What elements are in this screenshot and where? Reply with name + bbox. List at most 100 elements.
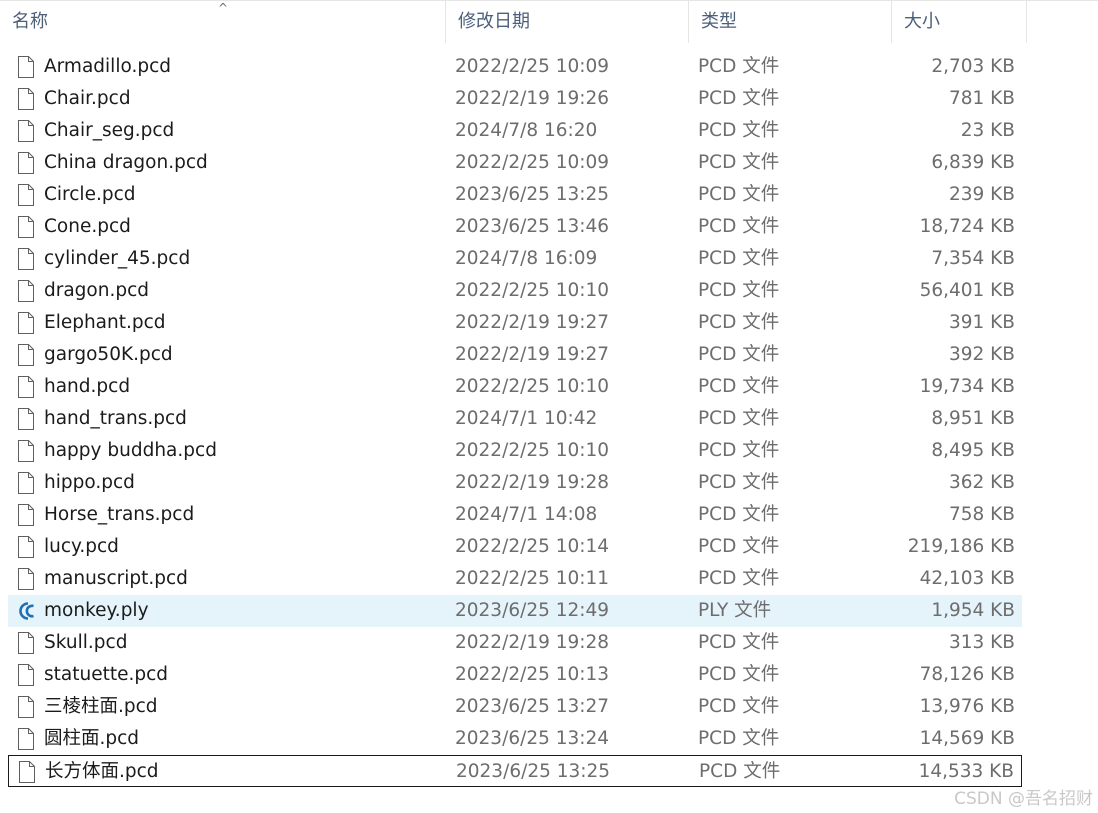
file-size: 56,401 KB [919,280,1015,301]
file-row[interactable]: statuette.pcd 2022/2/25 10:13 PCD 文件 78,126… [8,659,1022,691]
file-icon [17,696,35,718]
file-type: PCD 文件 [698,440,780,461]
file-name: China dragon.pcd [44,152,208,173]
file-row[interactable]: Chair.pcd 2022/2/19 19:26 PCD 文件 781 KB [8,83,1022,115]
file-size: 18,724 KB [919,216,1015,237]
file-type: PCD 文件 [698,376,780,397]
file-type: PCD 文件 [698,88,780,109]
file-icon [17,88,35,110]
column-header-name-label: 名称 [12,11,48,32]
file-row[interactable]: 长方体面.pcd 2023/6/25 13:25 PCD 文件 14,533 KB [8,755,1022,787]
file-icon [17,152,35,174]
file-name: dragon.pcd [44,280,150,301]
file-row[interactable]: Horse_trans.pcd 2024/7/1 14:08 PCD 文件 758 K… [8,499,1022,531]
file-modified-date: 2023/6/25 12:49 [455,600,610,621]
file-icon [17,664,35,686]
file-row[interactable]: 三棱柱面.pcd 2023/6/25 13:27 PCD 文件 13,976 KB [8,691,1022,723]
file-modified-date: 2022/2/19 19:27 [455,312,610,333]
column-header-type-label: 类型 [701,11,737,32]
file-row[interactable]: monkey.ply 2023/6/25 12:49 PLY 文件 1,954 KB [8,595,1022,627]
file-row[interactable]: 圆柱面.pcd 2023/6/25 13:24 PCD 文件 14,569 KB [8,723,1022,755]
file-type: PCD 文件 [698,152,780,173]
file-name: Armadillo.pcd [44,56,171,77]
file-row[interactable]: Skull.pcd 2022/2/19 19:28 PCD 文件 313 KB [8,627,1022,659]
file-row[interactable]: hippo.pcd 2022/2/19 19:28 PCD 文件 362 KB [8,467,1022,499]
file-modified-date: 2022/2/25 10:13 [455,664,610,685]
column-header-date-label: 修改日期 [458,11,530,32]
file-modified-date: 2022/2/25 10:09 [455,152,610,173]
file-row[interactable]: gargo50K.pcd 2022/2/19 19:27 PCD 文件 392 KB [8,339,1022,371]
file-icon [17,568,35,590]
file-icon [17,440,35,462]
file-row[interactable]: Armadillo.pcd 2022/2/25 10:09 PCD 文件 2,703 … [8,51,1022,83]
file-type: PCD 文件 [698,728,780,749]
file-size: 219,186 KB [907,536,1015,557]
file-name: Horse_trans.pcd [44,504,195,525]
file-name: Elephant.pcd [44,312,166,333]
file-icon [17,632,35,654]
column-header-type[interactable]: 类型 [689,1,892,43]
file-row[interactable]: hand.pcd 2022/2/25 10:10 PCD 文件 19,734 KB [8,371,1022,403]
file-size: 239 KB [948,184,1015,205]
column-header-name[interactable]: 名称 ^ [0,1,446,43]
file-row[interactable]: dragon.pcd 2022/2/25 10:10 PCD 文件 56,401 KB [8,275,1022,307]
column-header-size[interactable]: 大小 [892,1,1027,43]
file-name: 三棱柱面.pcd [44,696,158,717]
file-row[interactable]: hand_trans.pcd 2024/7/1 10:42 PCD 文件 8,951 … [8,403,1022,435]
file-name: hand.pcd [44,376,131,397]
file-icon [17,280,35,302]
file-type: PCD 文件 [698,472,780,493]
file-row[interactable]: lucy.pcd 2022/2/25 10:14 PCD 文件 219,186 KB [8,531,1022,563]
file-modified-date: 2022/2/19 19:28 [455,632,610,653]
file-name: gargo50K.pcd [44,344,173,365]
file-type: PCD 文件 [698,664,780,685]
file-row[interactable]: China dragon.pcd 2022/2/25 10:09 PCD 文件 6,8… [8,147,1022,179]
file-icon [17,344,35,366]
file-modified-date: 2022/2/25 10:11 [455,568,610,589]
file-type: PCD 文件 [698,120,780,141]
file-row[interactable]: Circle.pcd 2023/6/25 13:25 PCD 文件 239 KB [8,179,1022,211]
file-type: PCD 文件 [698,568,780,589]
file-icon [18,761,36,783]
file-modified-date: 2022/2/25 10:10 [455,376,610,397]
file-name: Skull.pcd [44,632,128,653]
file-type: PCD 文件 [698,184,780,205]
file-name: hand_trans.pcd [44,408,187,429]
file-modified-date: 2024/7/8 16:20 [455,120,598,141]
file-modified-date: 2024/7/8 16:09 [455,248,598,269]
file-modified-date: 2023/6/25 13:24 [455,728,610,749]
file-name: 圆柱面.pcd [44,728,140,749]
file-name: 长方体面.pcd [45,761,159,782]
column-header-date[interactable]: 修改日期 [446,1,689,43]
file-type: PLY 文件 [698,600,772,621]
file-size: 13,976 KB [919,696,1015,717]
file-type: PCD 文件 [698,344,780,365]
file-row[interactable]: cylinder_45.pcd 2024/7/8 16:09 PCD 文件 7,354… [8,243,1022,275]
file-row[interactable]: happy buddha.pcd 2022/2/25 10:10 PCD 文件 8,4… [8,435,1022,467]
file-size: 14,569 KB [919,728,1015,749]
file-type: PCD 文件 [698,632,780,653]
file-size: 362 KB [948,472,1015,493]
file-size: 313 KB [948,632,1015,653]
file-modified-date: 2023/6/25 13:25 [456,761,611,782]
file-modified-date: 2024/7/1 14:08 [455,504,598,525]
file-modified-date: 2022/2/19 19:28 [455,472,610,493]
file-type: PCD 文件 [698,408,780,429]
watermark: CSDN @吾名招财 [954,789,1093,809]
file-icon [17,56,35,78]
file-name: cylinder_45.pcd [44,248,191,269]
file-modified-date: 2022/2/25 10:14 [455,536,610,557]
file-icon [17,184,35,206]
file-row[interactable]: Cone.pcd 2023/6/25 13:46 PCD 文件 18,724 KB [8,211,1022,243]
file-type: PCD 文件 [698,248,780,269]
file-size: 8,951 KB [931,408,1015,429]
file-type: PCD 文件 [698,312,780,333]
file-row[interactable]: Chair_seg.pcd 2024/7/8 16:20 PCD 文件 23 KB [8,115,1022,147]
column-header-bar: 名称 ^ 修改日期 类型 大小 [0,1,1098,43]
file-size: 2,703 KB [931,56,1015,77]
file-icon [17,536,35,558]
file-row[interactable]: manuscript.pcd 2022/2/25 10:11 PCD 文件 42,10… [8,563,1022,595]
file-row[interactable]: Elephant.pcd 2022/2/19 19:27 PCD 文件 391 KB [8,307,1022,339]
file-icon [17,216,35,238]
file-type: PCD 文件 [698,216,780,237]
